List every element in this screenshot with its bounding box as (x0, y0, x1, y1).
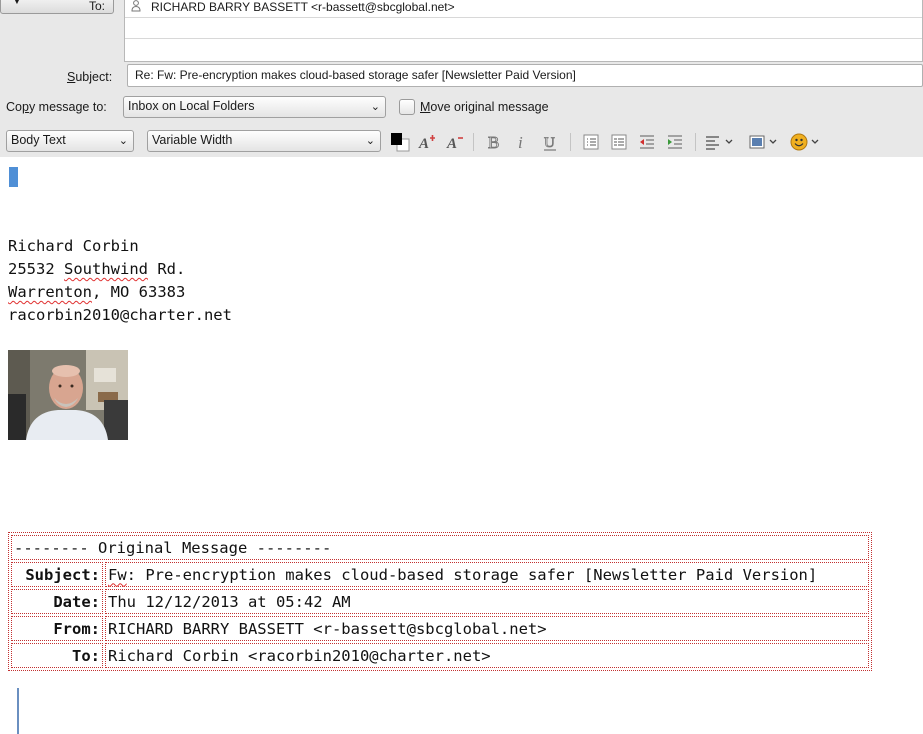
numbered-list-icon (611, 134, 627, 150)
recipient-address: RICHARD BARRY BASSETT <r-bassett@sbcglob… (151, 0, 455, 14)
outdent-button[interactable] (635, 131, 659, 153)
original-message-header: -------- Original Message -------- (11, 535, 869, 560)
compose-header: ▼ To: RICHARD BARRY BASSETT <r-bassett@s… (0, 0, 923, 157)
font-dropdown[interactable]: Variable Width ⌄ (147, 130, 381, 152)
message-body-editor[interactable]: Richard Corbin 25532 Southwind Rd. Warre… (0, 157, 923, 734)
svg-text:A: A (418, 136, 429, 152)
signature-city: Warrenton, MO 63383 (8, 283, 186, 301)
bold-button[interactable]: B (482, 131, 506, 153)
underline-button[interactable]: U (538, 131, 562, 153)
copy-destination-dropdown[interactable]: Inbox on Local Folders ⌄ (123, 96, 386, 118)
date-header-label: Date: (11, 589, 103, 614)
table-row: From: RICHARD BARRY BASSETT <r-bassett@s… (11, 616, 869, 641)
indent-icon (668, 135, 682, 149)
chevron-down-icon: ⌄ (118, 135, 128, 147)
copy-destination-value: Inbox on Local Folders (128, 99, 255, 113)
text-cursor (9, 167, 18, 187)
address-type-label: To: (88, 0, 105, 13)
signature-photo (8, 350, 128, 440)
to-header-value: Richard Corbin <racorbin2010@charter.net… (105, 643, 869, 668)
font-value: Variable Width (152, 133, 233, 147)
paragraph-style-dropdown[interactable]: Body Text ⌄ (6, 130, 134, 152)
text-color-icon (391, 133, 410, 152)
table-row: To: Richard Corbin <racorbin2010@charter… (11, 643, 869, 668)
larger-font-icon: A (446, 136, 463, 152)
insert-image-icon (749, 135, 777, 149)
recipient-list[interactable]: RICHARD BARRY BASSETT <r-bassett@sbcglob… (124, 0, 923, 62)
empty-recipient-row[interactable] (125, 18, 922, 39)
to-header-label: To: (11, 643, 103, 668)
svg-text:A: A (446, 136, 457, 152)
signature-street: 25532 Southwind Rd. (8, 260, 186, 278)
outdent-icon (640, 135, 654, 149)
empty-recipient-row[interactable] (125, 39, 922, 60)
person-photo-icon (8, 350, 128, 440)
underline-icon: U (544, 135, 556, 151)
subject-label: Subject: (67, 70, 113, 84)
table-row: Subject: Fw: Pre-encryption makes cloud-… (11, 562, 869, 587)
numbered-list-button[interactable] (607, 131, 631, 153)
bold-icon: B (488, 133, 500, 152)
signature-name: Richard Corbin (8, 237, 139, 255)
toolbar-separator (695, 133, 696, 151)
copy-message-label: Copy message to: (6, 100, 107, 114)
bullet-list-button[interactable] (579, 131, 603, 153)
address-type-dropdown[interactable]: ▼ To: (0, 0, 114, 14)
indent-button[interactable] (663, 131, 687, 153)
subject-input[interactable]: Re: Fw: Pre-encryption makes cloud-based… (127, 64, 923, 87)
emoticon-button[interactable] (789, 131, 825, 153)
text-color-button[interactable] (388, 131, 410, 153)
from-header-label: From: (11, 616, 103, 641)
align-button[interactable] (703, 131, 739, 153)
italic-button[interactable]: i (510, 131, 534, 153)
from-header-value: RICHARD BARRY BASSETT <r-bassett@sbcglob… (105, 616, 869, 641)
svg-text:U: U (544, 135, 555, 151)
recipient-row[interactable]: RICHARD BARRY BASSETT <r-bassett@sbcglob… (125, 0, 922, 18)
smaller-font-icon: A (418, 135, 435, 152)
bullet-list-icon (583, 134, 599, 150)
chevron-down-icon: ▼ (13, 0, 21, 6)
move-original-label[interactable]: Move original message (420, 100, 549, 114)
align-icon (706, 136, 733, 150)
original-message-header-row: -------- Original Message -------- (11, 535, 869, 560)
paragraph-style-value: Body Text (11, 133, 66, 147)
subject-header-label: Subject: (11, 562, 103, 587)
toolbar-separator (570, 133, 571, 151)
svg-text:i: i (518, 133, 523, 152)
svg-text:B: B (488, 133, 499, 152)
chevron-down-icon: ⌄ (365, 135, 375, 147)
date-header-value: Thu 12/12/2013 at 05:42 AM (105, 589, 869, 614)
insert-image-button[interactable] (747, 131, 783, 153)
person-icon (131, 0, 141, 12)
quote-indicator (17, 688, 19, 734)
larger-font-button[interactable]: A (443, 131, 467, 153)
subject-header-value: Fw: Pre-encryption makes cloud-based sto… (105, 562, 869, 587)
table-row: Date: Thu 12/12/2013 at 05:42 AM (11, 589, 869, 614)
chevron-down-icon: ⌄ (370, 101, 380, 113)
move-original-checkbox[interactable] (399, 99, 415, 115)
signature-email: racorbin2010@charter.net (8, 306, 232, 324)
smaller-font-button[interactable]: A (415, 131, 439, 153)
toolbar-separator (473, 133, 474, 151)
italic-icon: i (518, 133, 523, 152)
emoticon-icon (790, 133, 819, 151)
original-message-table: -------- Original Message -------- Subje… (8, 532, 872, 671)
